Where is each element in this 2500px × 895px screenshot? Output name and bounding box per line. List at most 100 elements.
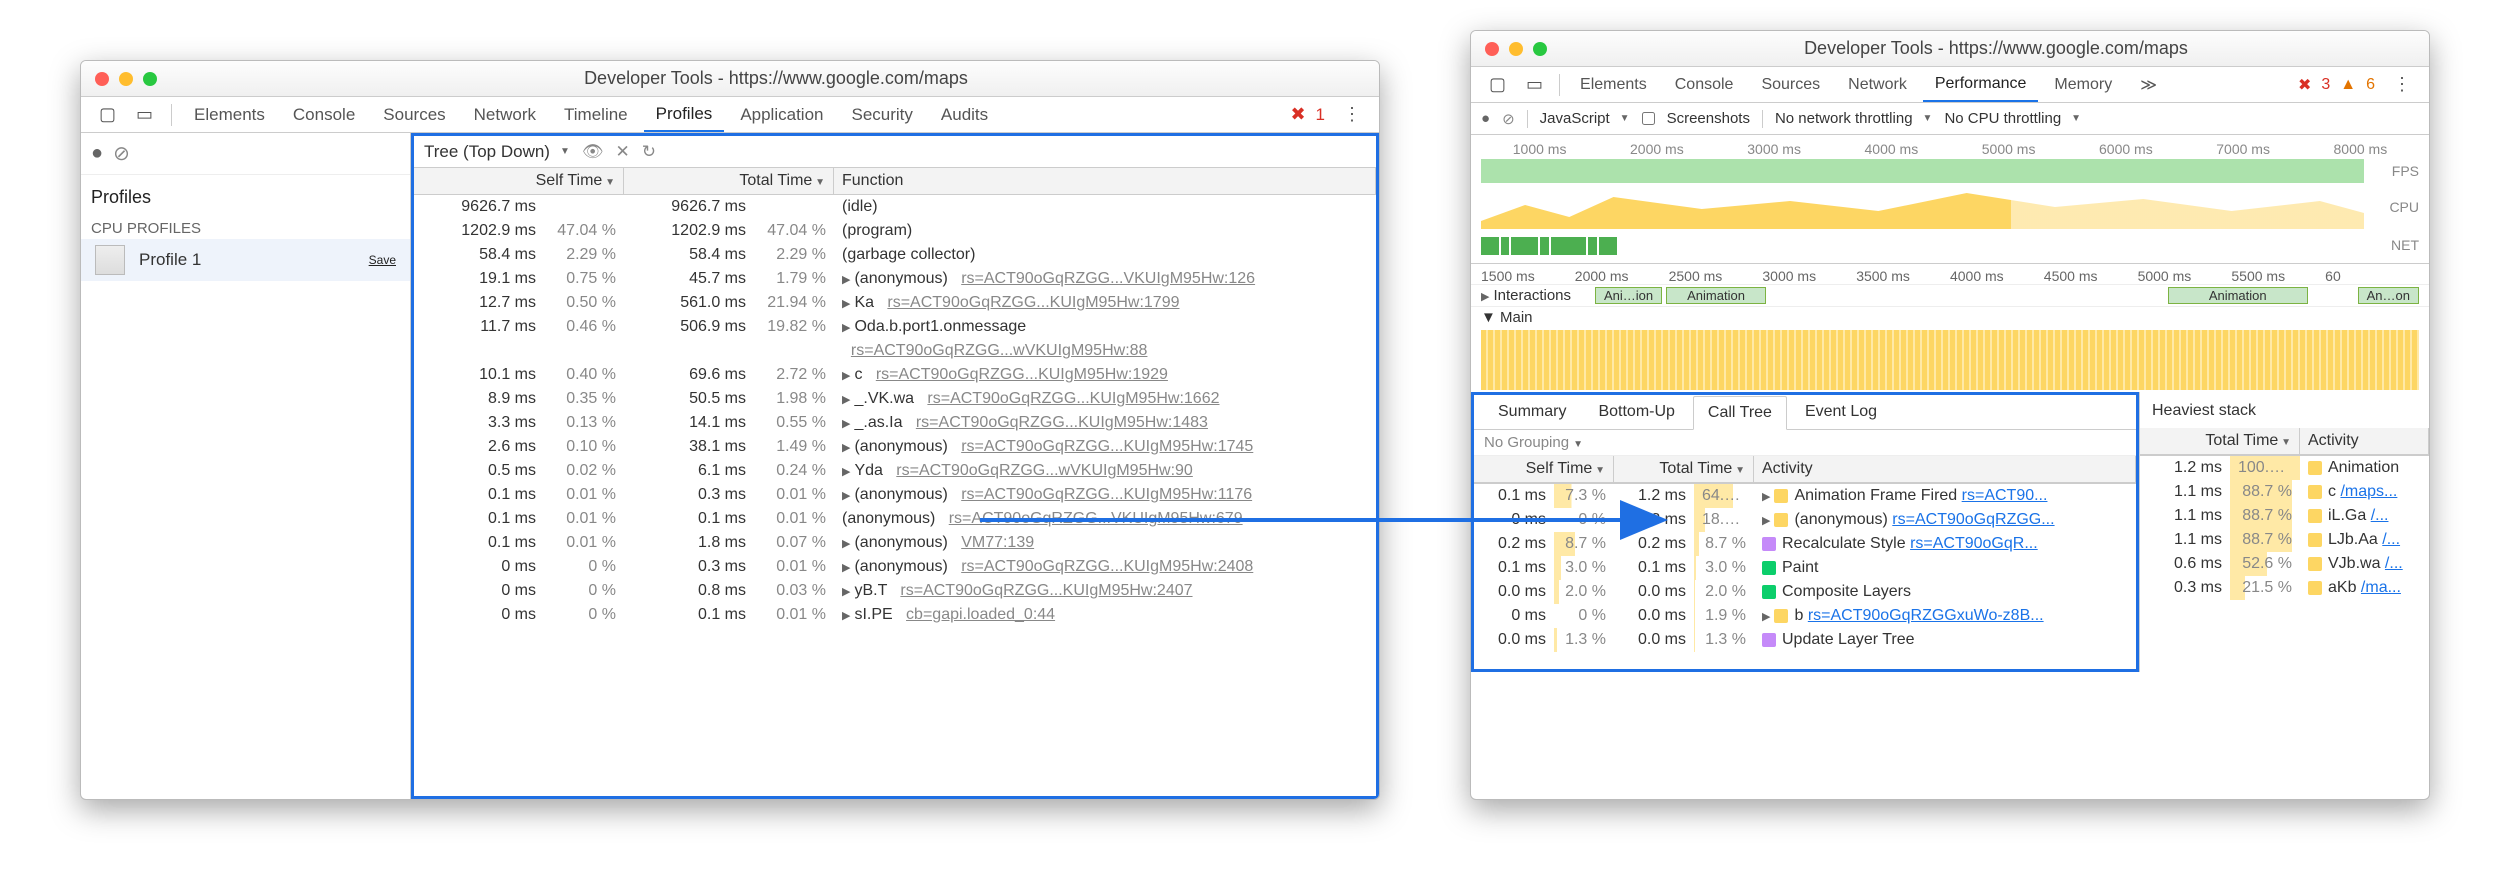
minimize-icon[interactable] bbox=[119, 72, 133, 86]
col-activity[interactable]: Activity bbox=[2300, 428, 2429, 455]
table-row[interactable]: 0.5 ms0.02 %6.1 ms0.24 %Yda rs=ACT90oGqR… bbox=[414, 459, 1376, 483]
source-link[interactable]: cb=gapi.loaded_0:44 bbox=[906, 606, 1055, 623]
device-icon[interactable]: ▭ bbox=[1518, 74, 1551, 95]
table-row[interactable]: 0 ms0 %0.3 ms18.4 %(anonymous) rs=ACT90o… bbox=[1474, 508, 2136, 532]
source-link[interactable]: rs=ACT90oGqRZGG...KUIgM95Hw:1799 bbox=[887, 294, 1179, 311]
table-row[interactable]: 58.4 ms2.29 %58.4 ms2.29 %(garbage colle… bbox=[414, 243, 1376, 267]
table-row[interactable]: 0 ms0 %0.8 ms0.03 %yB.T rs=ACT90oGqRZGG.… bbox=[414, 579, 1376, 603]
source-link[interactable]: rs=ACT90oGqR... bbox=[1910, 535, 2038, 552]
tab-more[interactable]: ≫ bbox=[2128, 67, 2169, 102]
tab-console[interactable]: Console bbox=[281, 97, 367, 132]
table-row[interactable]: 1202.9 ms47.04 %1202.9 ms47.04 %(program… bbox=[414, 219, 1376, 243]
table-row[interactable]: 1.1 ms88.7 %LJb.Aa /... bbox=[2140, 528, 2429, 552]
table-row[interactable]: 2.6 ms0.10 %38.1 ms1.49 %(anonymous) rs=… bbox=[414, 435, 1376, 459]
table-row[interactable]: 0.1 ms0.01 %0.3 ms0.01 %(anonymous) rs=A… bbox=[414, 483, 1376, 507]
source-link[interactable]: rs=ACT90oGqRZGG...KUIgM95Hw:1662 bbox=[927, 390, 1219, 407]
table-row[interactable]: 19.1 ms0.75 %45.7 ms1.79 %(anonymous) rs… bbox=[414, 267, 1376, 291]
source-link[interactable]: rs=ACT90oGqRZGG...wVKUIgM95Hw:88 bbox=[851, 342, 1148, 359]
source-link[interactable]: rs=ACT90oGqRZGG...KUIgM95Hw:1745 bbox=[961, 438, 1253, 455]
tab-calltree[interactable]: Call Tree bbox=[1693, 396, 1787, 430]
clear-icon[interactable]: ⊘ bbox=[113, 141, 130, 166]
source-link[interactable]: /... bbox=[2385, 555, 2403, 572]
col-self[interactable]: Self Time bbox=[414, 168, 624, 195]
tab-application[interactable]: Application bbox=[728, 97, 835, 132]
view-select[interactable]: Tree (Top Down) bbox=[424, 142, 570, 162]
source-link[interactable]: /... bbox=[2382, 531, 2400, 548]
screenshots-checkbox[interactable] bbox=[1642, 112, 1655, 125]
table-row[interactable]: 0 ms0 %0.0 ms1.9 %b rs=ACT90oGqRZGGxuWo-… bbox=[1474, 604, 2136, 628]
tab-console[interactable]: Console bbox=[1663, 67, 1746, 102]
device-icon[interactable]: ▭ bbox=[128, 104, 161, 125]
table-row[interactable]: 9626.7 ms9626.7 ms(idle) bbox=[414, 195, 1376, 219]
col-total[interactable]: Total Time bbox=[1614, 456, 1754, 483]
source-link[interactable]: rs=ACT90oGqRZGG...KUIgM95Hw:1176 bbox=[961, 486, 1252, 503]
inspect-icon[interactable]: ▢ bbox=[1481, 74, 1514, 95]
source-link[interactable]: VM77:139 bbox=[961, 534, 1034, 551]
tab-network[interactable]: Network bbox=[462, 97, 548, 132]
table-row[interactable]: 0.0 ms2.0 %0.0 ms2.0 %Composite Layers bbox=[1474, 580, 2136, 604]
table-row[interactable]: 0.1 ms0.01 %0.1 ms0.01 %(anonymous) rs=A… bbox=[414, 507, 1376, 531]
source-link[interactable]: rs=ACT90oGqRZGG...wVKUIgM95Hw:90 bbox=[896, 462, 1193, 479]
source-link[interactable]: /... bbox=[2371, 507, 2389, 524]
error-icon[interactable]: ✖ bbox=[2298, 75, 2311, 95]
table-row[interactable]: 1.1 ms88.7 %c /maps... bbox=[2140, 480, 2429, 504]
source-link[interactable]: rs=ACT90oGqRZGG...KUIgM95Hw:1483 bbox=[916, 414, 1208, 431]
tab-memory[interactable]: Memory bbox=[2042, 67, 2124, 102]
inspect-icon[interactable]: ▢ bbox=[91, 104, 124, 125]
tab-profiles[interactable]: Profiles bbox=[644, 97, 725, 132]
interactions-track[interactable]: Interactions Ani…ion Animation Animation… bbox=[1471, 284, 2429, 306]
save-link[interactable]: Save bbox=[369, 253, 396, 267]
source-link[interactable]: rs=ACT90oGqRZGG...VKUIgM95Hw:679 bbox=[949, 510, 1243, 527]
tab-network[interactable]: Network bbox=[1836, 67, 1919, 102]
source-link[interactable]: rs=ACT90oGqRZGG... bbox=[1892, 511, 2054, 528]
cpu-throttle-select[interactable]: No CPU throttling bbox=[1944, 110, 2081, 127]
clear-icon[interactable]: ⊘ bbox=[1502, 110, 1515, 128]
main-track[interactable]: ▼ Main bbox=[1471, 306, 2429, 328]
maximize-icon[interactable] bbox=[143, 72, 157, 86]
table-row[interactable]: 1.2 ms100.0 %Animation bbox=[2140, 456, 2429, 480]
col-total[interactable]: Total Time bbox=[624, 168, 834, 195]
source-link[interactable]: rs=ACT90oGqRZGG...KUIgM95Hw:2408 bbox=[961, 558, 1253, 575]
tab-security[interactable]: Security bbox=[839, 97, 924, 132]
record-icon[interactable]: ● bbox=[91, 142, 103, 165]
source-link[interactable]: rs=ACT90oGqRZGGxuWo-z8B... bbox=[1808, 607, 2044, 624]
table-row[interactable]: 0 ms0 %0.1 ms0.01 %sI.PE cb=gapi.loaded_… bbox=[414, 603, 1376, 627]
table-row[interactable]: 12.7 ms0.50 %561.0 ms21.94 %Ka rs=ACT90o… bbox=[414, 291, 1376, 315]
table-row[interactable]: rs=ACT90oGqRZGG...wVKUIgM95Hw:88 bbox=[414, 339, 1376, 363]
record-icon[interactable]: ● bbox=[1481, 110, 1490, 127]
tab-elements[interactable]: Elements bbox=[182, 97, 277, 132]
tab-sources[interactable]: Sources bbox=[371, 97, 457, 132]
close-icon[interactable] bbox=[95, 72, 109, 86]
close-icon[interactable] bbox=[1485, 42, 1499, 56]
grouping-select[interactable]: No Grouping bbox=[1474, 430, 2136, 456]
tab-elements[interactable]: Elements bbox=[1568, 67, 1659, 102]
refresh-icon[interactable]: ↻ bbox=[642, 142, 656, 162]
col-activity[interactable]: Activity bbox=[1754, 456, 2136, 483]
maximize-icon[interactable] bbox=[1533, 42, 1547, 56]
col-self[interactable]: Self Time bbox=[1474, 456, 1614, 483]
source-link[interactable]: /maps... bbox=[2340, 483, 2397, 500]
eye-icon[interactable]: 👁 bbox=[582, 142, 604, 162]
tab-timeline[interactable]: Timeline bbox=[552, 97, 640, 132]
tab-audits[interactable]: Audits bbox=[929, 97, 1000, 132]
net-throttle-select[interactable]: No network throttling bbox=[1775, 110, 1932, 127]
error-icon[interactable]: ✖ bbox=[1290, 104, 1305, 125]
minimize-icon[interactable] bbox=[1509, 42, 1523, 56]
table-row[interactable]: 0.3 ms21.5 %aKb /ma... bbox=[2140, 576, 2429, 600]
col-function[interactable]: Function bbox=[834, 168, 1376, 195]
table-row[interactable]: 0.1 ms0.01 %1.8 ms0.07 %(anonymous) VM77… bbox=[414, 531, 1376, 555]
table-row[interactable]: 8.9 ms0.35 %50.5 ms1.98 %_.VK.wa rs=ACT9… bbox=[414, 387, 1376, 411]
warning-icon[interactable]: ▲ bbox=[2340, 76, 2356, 94]
overview-pane[interactable]: 1000 ms2000 ms3000 ms4000 ms5000 ms6000 … bbox=[1471, 135, 2429, 264]
source-link[interactable]: rs=ACT90... bbox=[1962, 487, 2048, 504]
table-row[interactable]: 0.6 ms52.6 %VJb.wa /... bbox=[2140, 552, 2429, 576]
table-row[interactable]: 10.1 ms0.40 %69.6 ms2.72 %c rs=ACT90oGqR… bbox=[414, 363, 1376, 387]
table-row[interactable]: 0 ms0 %0.3 ms0.01 %(anonymous) rs=ACT90o… bbox=[414, 555, 1376, 579]
scope-select[interactable]: JavaScript bbox=[1540, 110, 1630, 127]
source-link[interactable]: /ma... bbox=[2361, 579, 2401, 596]
close-icon[interactable]: ✕ bbox=[615, 142, 629, 162]
source-link[interactable]: rs=ACT90oGqRZGG...KUIgM95Hw:1929 bbox=[876, 366, 1168, 383]
profile-item[interactable]: Profile 1 Save bbox=[81, 239, 410, 281]
tab-summary[interactable]: Summary bbox=[1484, 395, 1580, 429]
source-link[interactable]: rs=ACT90oGqRZGG...KUIgM95Hw:2407 bbox=[900, 582, 1192, 599]
